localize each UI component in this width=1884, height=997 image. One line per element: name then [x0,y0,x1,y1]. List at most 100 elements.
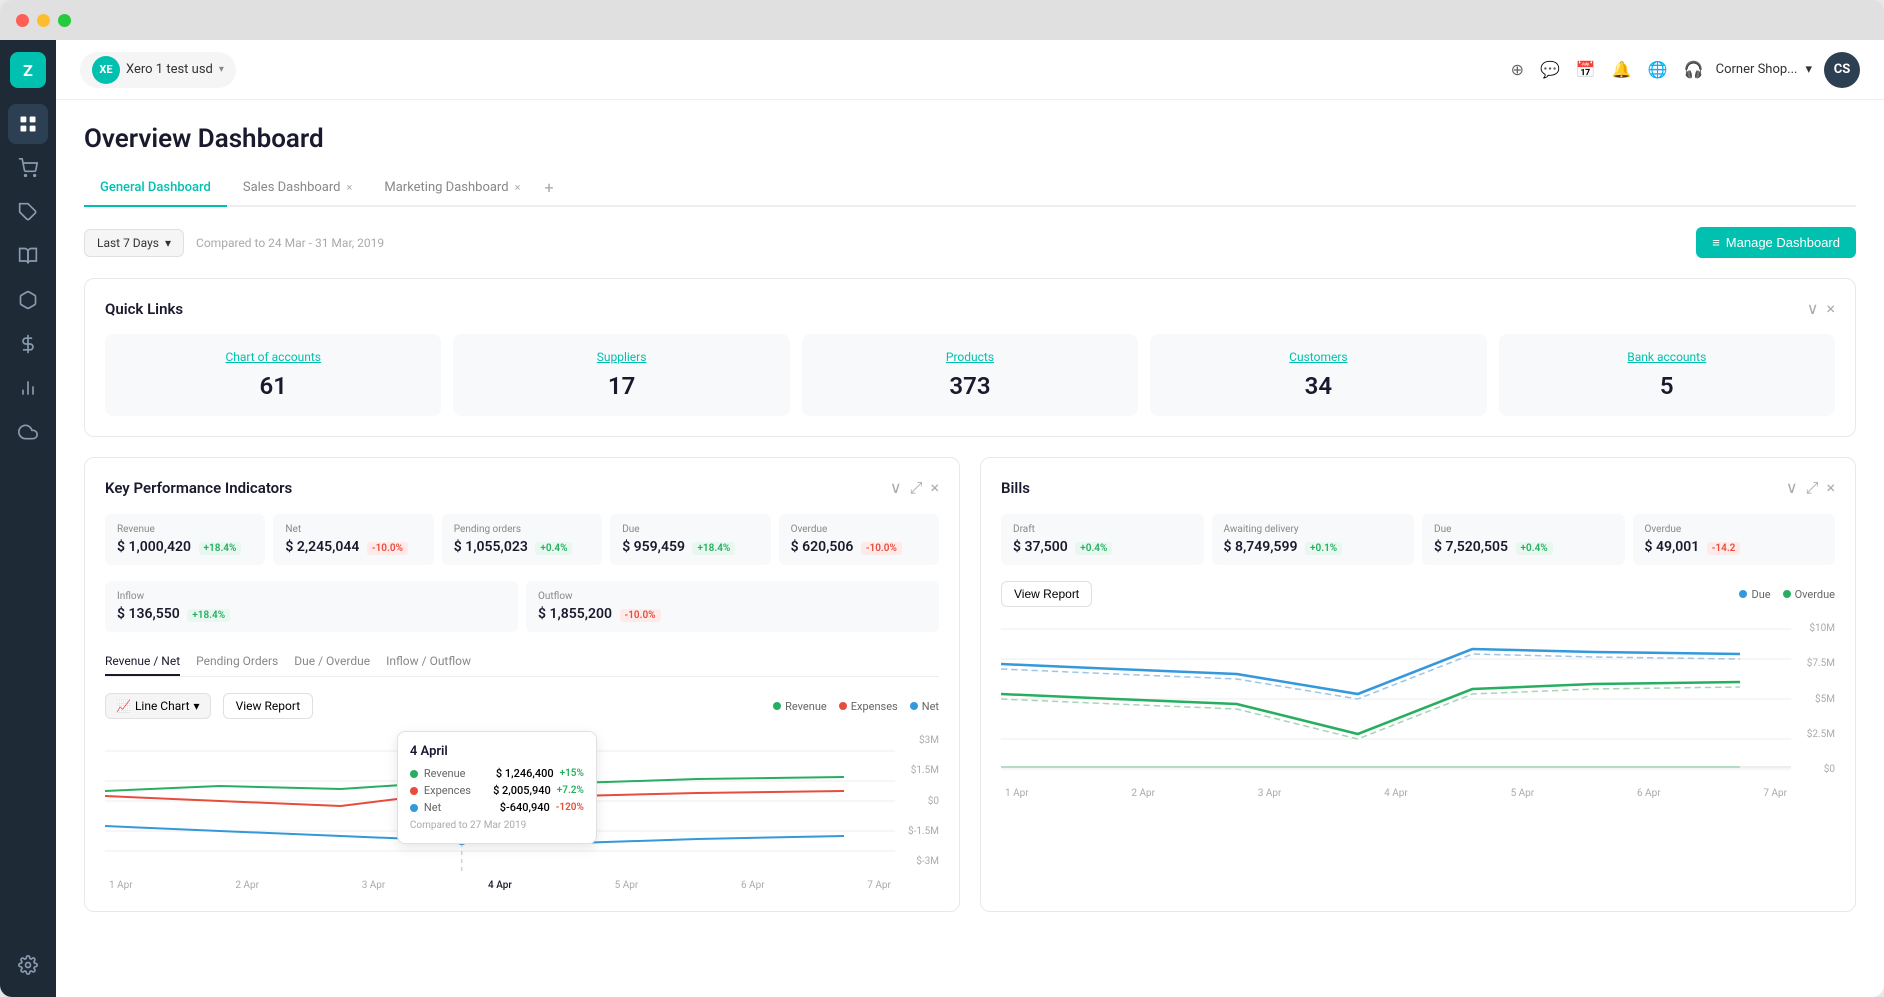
sidebar-item-cloud[interactable] [8,412,48,452]
sidebar-item-dashboard[interactable] [8,104,48,144]
corner-shop-chevron-icon: ▾ [1805,62,1812,77]
quick-link-bank-accounts-label[interactable]: Bank accounts [1515,350,1819,364]
quick-link-customers[interactable]: Customers 34 [1150,334,1486,416]
tab-marketing-close-icon[interactable]: × [515,181,521,194]
sidebar-item-tag[interactable] [8,192,48,232]
quick-link-products[interactable]: Products 373 [802,334,1138,416]
kpi-revenue-value: $ 1,000,420 +18.4% [117,539,253,555]
collapse-icon[interactable]: ∨ [1807,299,1819,318]
bills-draft: Draft $ 37,500 +0.4% [1001,514,1204,565]
kpi-header: Key Performance Indicators ∨ ⤢ × [105,478,939,498]
topbar-icons: ⊕ 💬 📅 🔔 🌐 🎧 [1511,60,1704,79]
kpi-due-label: Due [622,524,758,535]
kpi-chart-tooltip: 4 April Revenue $ 1,246,400 +15% Expenc [397,731,597,844]
bills-x-4apr: 4 Apr [1384,788,1408,799]
bills-legend-overdue: Overdue [1783,588,1835,601]
date-filter[interactable]: Last 7 Days ▾ [84,229,184,257]
quick-link-chart-accounts-label[interactable]: Chart of accounts [121,350,425,364]
kpi-tab-pending[interactable]: Pending Orders [196,648,278,676]
chat-icon[interactable]: 💬 [1540,60,1560,79]
page-title: Overview Dashboard [84,124,1856,154]
maximize-btn[interactable] [58,14,71,27]
kpi-y-label-neg3m: $-3M [916,856,939,867]
bills-chart-legend: Due Overdue [1739,588,1835,601]
tab-general[interactable]: General Dashboard [84,170,227,207]
bills-close-icon[interactable]: × [1826,478,1835,498]
quick-link-bank-accounts-value: 5 [1515,372,1819,400]
minimize-btn[interactable] [37,14,50,27]
tab-sales[interactable]: Sales Dashboard × [227,170,369,207]
line-chart-icon: 📈 [116,699,131,713]
quick-link-bank-accounts[interactable]: Bank accounts 5 [1499,334,1835,416]
kpi-chart-tabs: Revenue / Net Pending Orders Due / Overd… [105,648,939,677]
kpi-outflow-badge: -10.0% [620,609,661,622]
bills-awaiting-badge: +0.1% [1305,542,1342,555]
kpi-x-3apr: 3 Apr [362,880,386,891]
quick-link-chart-accounts-value: 61 [121,372,425,400]
app-window: Z [0,0,1884,997]
close-btn[interactable] [16,14,29,27]
kpi-tab-inflow-outflow[interactable]: Inflow / Outflow [386,648,471,676]
bills-metrics: Draft $ 37,500 +0.4% Awaiting delivery $… [1001,514,1835,565]
sidebar-item-settings[interactable] [8,945,48,985]
quick-links-card: Quick Links ∨ × Chart of accounts 61 Sup… [84,278,1856,437]
manage-dashboard-button[interactable]: ≡ Manage Dashboard [1696,227,1856,258]
quick-link-suppliers-label[interactable]: Suppliers [469,350,773,364]
app-body: Z [0,40,1884,997]
dashboard-tabs: General Dashboard Sales Dashboard × Mark… [84,170,1856,207]
org-selector[interactable]: XE Xero 1 test usd ▾ [80,52,236,88]
bills-collapse-icon[interactable]: ∨ [1786,478,1798,498]
org-chevron-icon: ▾ [219,64,224,75]
support-icon[interactable]: 🎧 [1684,60,1704,79]
bills-view-report-button[interactable]: View Report [1001,581,1092,607]
bills-awaiting-label: Awaiting delivery [1224,524,1403,535]
kpi-chart-toolbar: 📈 Line Chart ▾ View Report Revenue [105,693,939,719]
kpi-net-badge: -10.0% [367,542,408,555]
quick-link-customers-label[interactable]: Customers [1166,350,1470,364]
chart-type-selector[interactable]: 📈 Line Chart ▾ [105,693,211,719]
sidebar-item-book[interactable] [8,236,48,276]
quick-link-customers-value: 34 [1166,372,1470,400]
avatar[interactable]: CS [1824,52,1860,88]
bills-overdue-badge: -14.2 [1707,542,1741,555]
kpi-tab-due-overdue[interactable]: Due / Overdue [294,648,370,676]
kpi-view-report-button[interactable]: View Report [223,693,314,719]
quick-link-chart-accounts[interactable]: Chart of accounts 61 [105,334,441,416]
bell-icon[interactable]: 🔔 [1612,60,1632,79]
bills-chart-toolbar: View Report Due Overdue [1001,581,1835,607]
manage-icon: ≡ [1712,235,1720,250]
bills-expand-icon[interactable]: ⤢ [1806,478,1819,498]
bills-y-0: $0 [1824,764,1835,775]
bills-x-7apr: 7 Apr [1763,788,1787,799]
bills-title: Bills [1001,479,1030,497]
kpi-tab-revenue-net[interactable]: Revenue / Net [105,648,180,676]
quick-link-suppliers[interactable]: Suppliers 17 [453,334,789,416]
close-quick-links-icon[interactable]: × [1826,299,1835,318]
kpi-x-7apr: 7 Apr [867,880,891,891]
kpi-x-1apr: 1 Apr [109,880,133,891]
kpi-close-icon[interactable]: × [930,478,939,498]
kpi-collapse-icon[interactable]: ∨ [890,478,902,498]
bills-overdue: Overdue $ 49,001 -14.2 [1633,514,1836,565]
globe-icon[interactable]: 🌐 [1648,60,1668,79]
bills-y-5m: $5M [1815,694,1835,705]
tab-add-icon[interactable]: + [536,170,561,205]
topbar: XE Xero 1 test usd ▾ ⊕ 💬 📅 🔔 🌐 🎧 Corner … [56,40,1884,100]
sidebar-item-cart[interactable] [8,148,48,188]
charts-row: Key Performance Indicators ∨ ⤢ × Revenue [84,457,1856,932]
bills-x-1apr: 1 Apr [1005,788,1029,799]
kpi-y-label-3m: $3M [919,735,939,746]
calendar-icon[interactable]: 📅 [1576,60,1596,79]
tab-sales-close-icon[interactable]: × [347,181,353,194]
plus-icon[interactable]: ⊕ [1511,60,1524,79]
tooltip-net-dot [410,804,418,812]
sidebar-item-box[interactable] [8,280,48,320]
sidebar-item-dollar[interactable] [8,324,48,364]
tab-marketing[interactable]: Marketing Dashboard × [368,170,536,207]
sidebar-item-chart[interactable] [8,368,48,408]
quick-link-products-label[interactable]: Products [818,350,1122,364]
bills-overdue-label: Overdue [1645,524,1824,535]
legend-expenses: Expenses [839,700,898,713]
kpi-expand-icon[interactable]: ⤢ [910,478,923,498]
corner-shop-selector[interactable]: Corner Shop... ▾ [1716,62,1812,77]
